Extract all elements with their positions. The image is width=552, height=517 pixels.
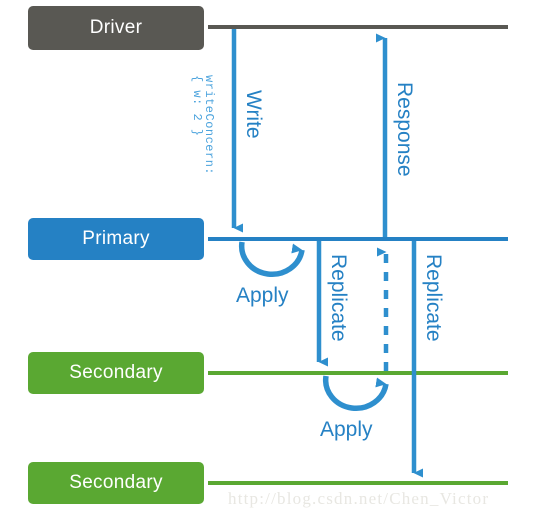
arrow-replicate-1-label: Replicate	[327, 254, 350, 342]
arrow-response-label: Response	[393, 82, 416, 177]
node-driver[interactable]: Driver	[28, 6, 204, 50]
node-secondary-2-label: Secondary	[69, 472, 163, 493]
node-driver-label: Driver	[89, 17, 143, 38]
arrow-write-label: Write	[242, 90, 265, 139]
arc-apply-primary-label: Apply	[236, 284, 289, 307]
node-secondary-2[interactable]: Secondary	[28, 462, 204, 504]
watermark: http://blog.csdn.net/Chen_Victor	[228, 489, 490, 508]
node-secondary-1-label: Secondary	[69, 362, 163, 383]
node-secondary-1[interactable]: Secondary	[28, 352, 204, 394]
arc-apply-secondary	[322, 375, 389, 411]
node-primary-label: Primary	[82, 228, 150, 249]
node-primary[interactable]: Primary	[28, 218, 204, 260]
write-concern-label-2: { w: 2 }	[190, 75, 204, 137]
arc-apply-primary	[238, 241, 305, 277]
arrow-replicate-2-label: Replicate	[422, 254, 445, 342]
arc-apply-secondary-label: Apply	[320, 418, 373, 441]
replication-diagram: Write writeConcern: { w: 2 } Response Ap…	[0, 0, 552, 517]
